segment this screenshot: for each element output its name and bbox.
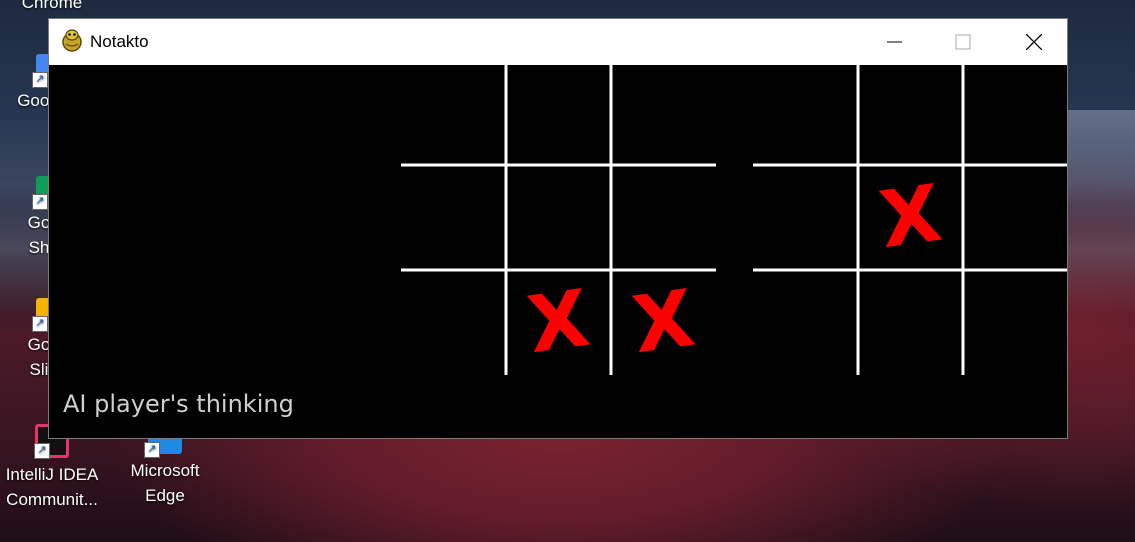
pygame-snake-icon: [62, 29, 82, 52]
minimize-icon: [887, 41, 902, 43]
title-bar[interactable]: Notakto: [49, 19, 1067, 65]
minimize-button[interactable]: [871, 19, 917, 65]
game-boards[interactable]: X XX: [49, 60, 1067, 438]
desktop-icon-label: IntelliJ IDEA Communit...: [5, 465, 99, 509]
status-message: AI player's thinking: [63, 390, 294, 418]
maximize-icon: [955, 34, 971, 50]
maximize-button[interactable]: [940, 19, 986, 65]
window-title: Notakto: [90, 32, 149, 51]
app-window: Notakto XXX AI player's thinking: [48, 18, 1068, 439]
close-button[interactable]: [1011, 19, 1057, 65]
desktop-icon-chrome[interactable]: Chrome: [2, 0, 102, 15]
game-canvas[interactable]: XXX AI player's thinking: [49, 60, 1067, 438]
desktop-icon-label: Microsoft Edge: [130, 461, 200, 505]
shortcut-arrow-icon: ↗: [32, 316, 48, 332]
shortcut-arrow-icon: ↗: [144, 442, 160, 458]
desktop-icon-label: Chrome: [21, 0, 83, 12]
x-mark: X: [874, 169, 946, 266]
x-mark: X: [627, 274, 699, 371]
shortcut-arrow-icon: ↗: [32, 72, 48, 88]
board-2[interactable]: X: [753, 60, 1067, 375]
close-icon: [1026, 34, 1042, 50]
shortcut-arrow-icon: ↗: [34, 443, 50, 459]
board-1[interactable]: XX: [401, 60, 716, 375]
wallpaper-peak: [1068, 110, 1135, 230]
x-mark: X: [522, 274, 594, 371]
shortcut-arrow-icon: ↗: [32, 194, 48, 210]
